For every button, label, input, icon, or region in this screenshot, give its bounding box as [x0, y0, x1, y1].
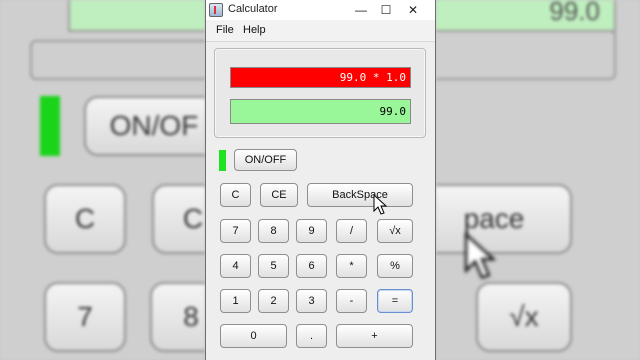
- key-minus[interactable]: -: [336, 289, 367, 313]
- key-5[interactable]: 5: [258, 254, 289, 278]
- key-9[interactable]: 9: [296, 219, 327, 243]
- key-4[interactable]: 4: [220, 254, 251, 278]
- key-divide[interactable]: /: [336, 219, 367, 243]
- menu-file[interactable]: File: [216, 24, 234, 36]
- bg-ce-button: C: [152, 184, 205, 254]
- key-1[interactable]: 1: [220, 289, 251, 313]
- key-dot[interactable]: .: [296, 324, 327, 348]
- title-bar[interactable]: Calculator — ☐ ✕: [206, 0, 435, 20]
- key-6[interactable]: 6: [296, 254, 327, 278]
- background-zoom-right: 99.0 pace √x: [436, 0, 640, 360]
- java-app-icon: [209, 3, 223, 17]
- display-panel: 99.0 * 1.0 99.0: [214, 48, 426, 138]
- close-button[interactable]: ✕: [399, 0, 427, 20]
- bg-cursor-icon: [464, 232, 497, 279]
- menu-help[interactable]: Help: [243, 24, 266, 36]
- clear-button[interactable]: C: [220, 183, 251, 207]
- mouse-cursor-icon: [373, 194, 388, 215]
- calculator-window: Calculator — ☐ ✕ File Help 99.0 * 1.0 99…: [205, 0, 436, 360]
- onoff-button[interactable]: ON/OFF: [234, 149, 297, 171]
- power-led: [219, 150, 226, 171]
- key-multiply[interactable]: *: [336, 254, 367, 278]
- bg-onoff-button: ON/OF: [84, 96, 205, 156]
- bg-sqrt-button: √x: [476, 282, 572, 352]
- key-7[interactable]: 7: [220, 219, 251, 243]
- minimize-button[interactable]: —: [347, 0, 375, 20]
- clear-entry-button[interactable]: CE: [260, 183, 298, 207]
- key-sqrt[interactable]: √x: [377, 219, 413, 243]
- expression-display: 99.0 * 1.0: [230, 67, 411, 88]
- key-equals[interactable]: =: [377, 289, 413, 313]
- backspace-button[interactable]: BackSpace: [307, 183, 413, 207]
- key-3[interactable]: 3: [296, 289, 327, 313]
- background-zoom-left: ON/OF C C 7 8: [0, 0, 205, 360]
- key-0[interactable]: 0: [220, 324, 287, 348]
- bg-panel: [30, 40, 205, 80]
- menu-bar: File Help: [206, 20, 435, 42]
- window-title: Calculator: [228, 3, 278, 15]
- bg-backspace-button: pace: [436, 184, 572, 254]
- bg-c-button: C: [44, 184, 126, 254]
- result-display: 99.0: [230, 99, 411, 124]
- bg-seven-button: 7: [44, 282, 126, 352]
- bg-result: 99.0: [436, 0, 616, 32]
- key-8[interactable]: 8: [258, 219, 289, 243]
- bg-panel-right: [436, 30, 616, 80]
- maximize-button[interactable]: ☐: [372, 0, 400, 20]
- key-2[interactable]: 2: [258, 289, 289, 313]
- bg-eight-button: 8: [150, 282, 205, 352]
- key-percent[interactable]: %: [377, 254, 413, 278]
- bg-display: [68, 0, 205, 32]
- bg-led: [40, 96, 60, 156]
- key-plus[interactable]: +: [336, 324, 413, 348]
